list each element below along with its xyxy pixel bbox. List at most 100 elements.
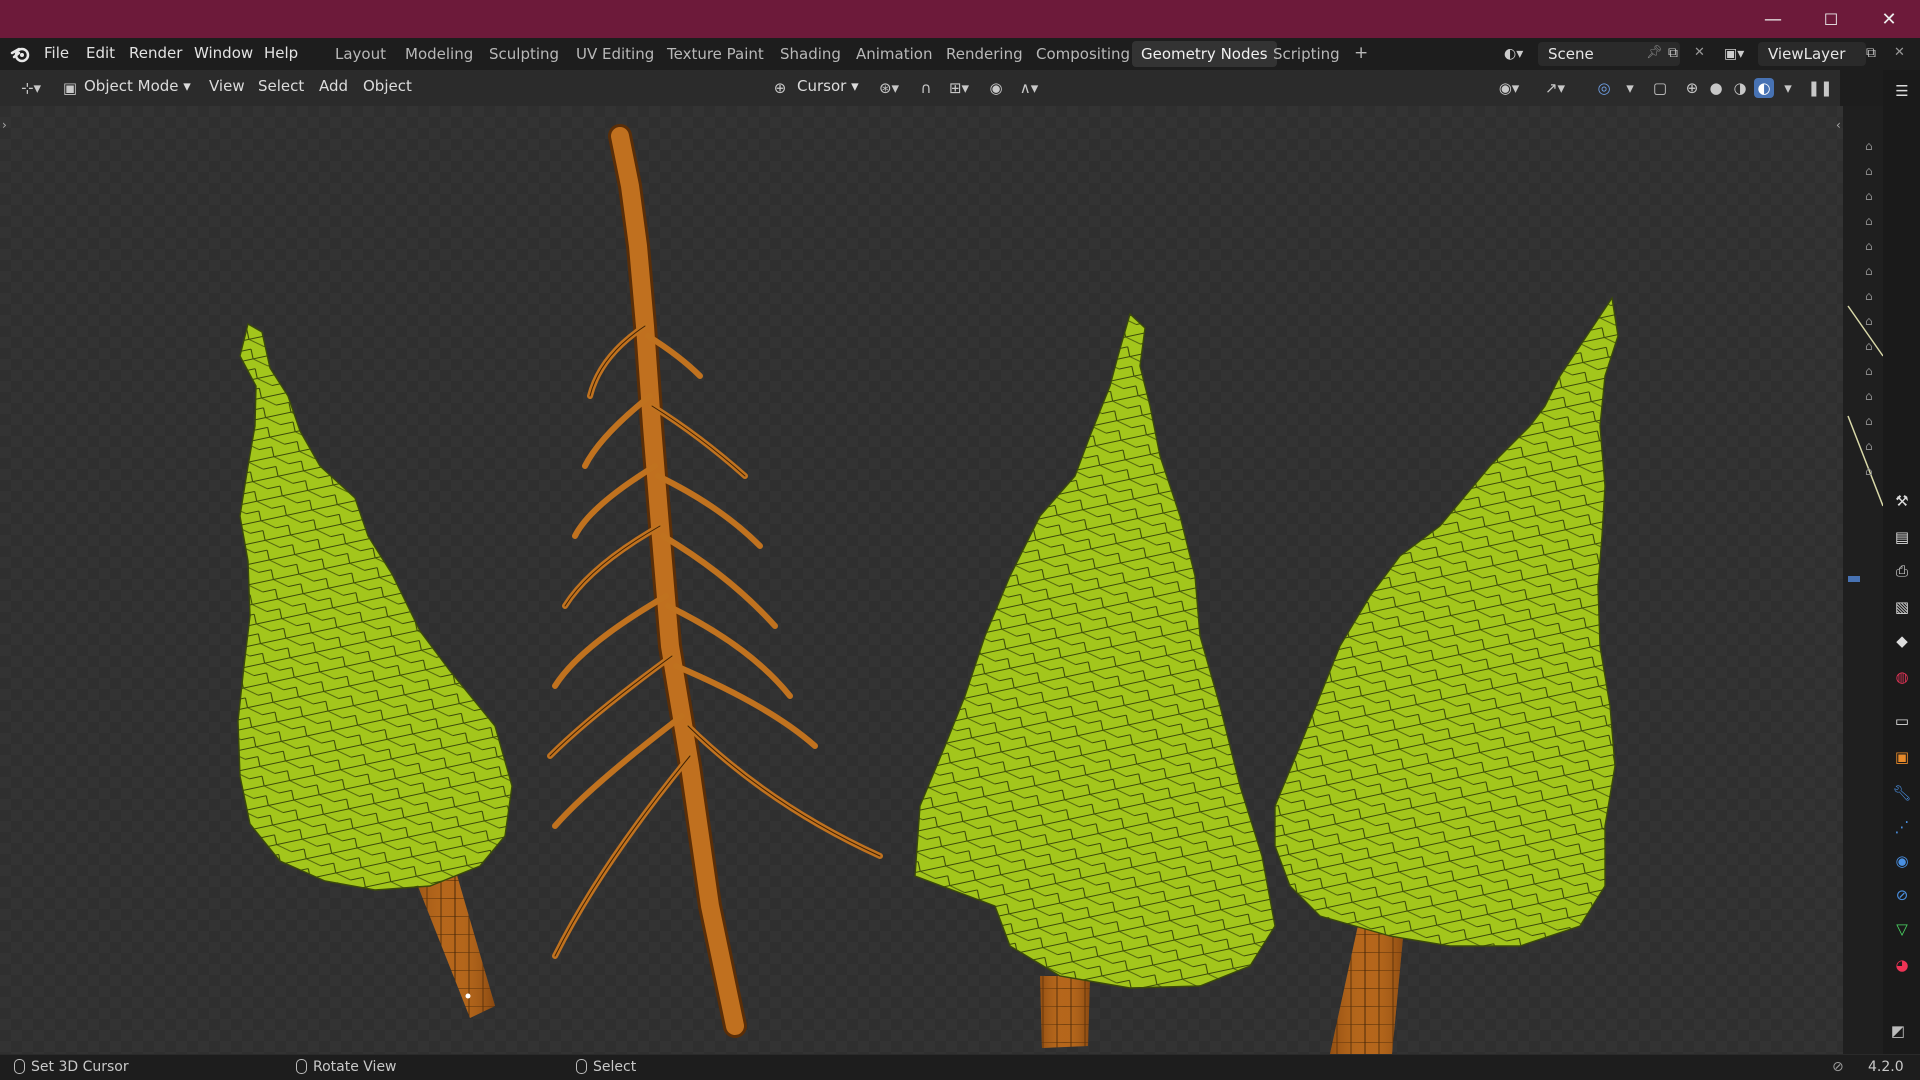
menu-bar: File Edit Render Window Help Layout Mode…	[0, 38, 1920, 70]
material-icon[interactable]: ◕	[1891, 954, 1913, 976]
status-middle-label: Rotate View	[313, 1059, 397, 1075]
tab-scripting[interactable]: Scripting	[1264, 41, 1349, 67]
cursor-dot	[465, 993, 471, 999]
new-scene-icon[interactable]: ⧉	[1668, 45, 1678, 61]
add-workspace-button[interactable]: +	[1345, 41, 1377, 67]
material-shading-icon[interactable]: ◑	[1730, 78, 1750, 98]
tab-sculpting[interactable]: Sculpting	[480, 41, 568, 67]
minimize-button[interactable]: —	[1744, 0, 1802, 38]
modifier-icon[interactable]: 🔧︎	[1891, 782, 1913, 804]
status-set-cursor: Set 3D Cursor	[14, 1059, 129, 1075]
menu-window[interactable]: Window	[194, 44, 253, 66]
tree-3[interactable]	[914, 312, 1276, 1048]
scene-name: Scene	[1548, 45, 1594, 63]
view-layer-field[interactable]: ViewLayer	[1758, 42, 1866, 66]
tab-modeling[interactable]: Modeling	[396, 41, 482, 67]
title-bar: — ☐ ✕	[0, 0, 1920, 38]
tab-layout[interactable]: Layout	[326, 41, 395, 67]
mouse-right-icon	[576, 1059, 587, 1074]
output-icon[interactable]: ⎙	[1891, 560, 1913, 582]
object-icon[interactable]: ▣	[1891, 746, 1913, 768]
remove-scene-icon[interactable]: ✕	[1694, 45, 1705, 60]
scene-render	[237, 124, 1619, 1054]
pivot-label: Cursor	[797, 77, 847, 95]
object-menu[interactable]: Object	[363, 77, 412, 95]
tab-compositing[interactable]: Compositing	[1027, 41, 1139, 67]
physics-icon[interactable]: ◉	[1891, 850, 1913, 872]
outliner-strip: ⌂ ⌂ ⌂ ⌂ ⌂ ⌂ ⌂ ⌂ ⌂ ⌂ ⌂ ⌂ ⌂ ⌂	[1843, 106, 1883, 1054]
tab-uv-editing[interactable]: UV Editing	[567, 41, 663, 67]
pivot-dropdown[interactable]: Cursor ▾	[797, 77, 859, 95]
pivot-point-icon[interactable]: ⊛▾	[872, 78, 906, 98]
pause-render-icon[interactable]: ❚❚	[1807, 78, 1832, 98]
mode-label: Object Mode	[84, 77, 179, 95]
view-menu[interactable]: View	[209, 77, 245, 95]
mode-dropdown[interactable]: Object Mode ▾	[84, 77, 191, 95]
shading-dropdown-icon[interactable]: ▾	[1778, 78, 1798, 98]
tab-shading[interactable]: Shading	[771, 41, 850, 67]
network-off-icon: ⊘	[1832, 1059, 1844, 1075]
collection-icon[interactable]: ▭	[1891, 710, 1913, 732]
tab-texture-paint[interactable]: Texture Paint	[658, 41, 773, 67]
menu-render[interactable]: Render	[129, 44, 182, 66]
status-bar: Set 3D Cursor Rotate View Select ⊘ 4.2.0	[0, 1054, 1920, 1080]
gizmo-icon[interactable]: ↗▾	[1538, 78, 1572, 98]
view-layer-name: ViewLayer	[1768, 45, 1846, 63]
render-icon[interactable]: ▤	[1891, 526, 1913, 548]
pin-icon[interactable]: 📌︎	[1646, 45, 1663, 60]
tool-icon[interactable]: ⚒	[1891, 490, 1913, 512]
blender-logo-icon[interactable]	[10, 44, 32, 64]
properties-editor-icon[interactable]: ◩	[1887, 1020, 1909, 1042]
new-view-layer-icon[interactable]: ⧉	[1866, 45, 1876, 61]
rendered-shading-icon[interactable]: ◐	[1754, 78, 1774, 98]
camera-visibility-icons[interactable]: ⌂ ⌂ ⌂ ⌂ ⌂ ⌂ ⌂ ⌂ ⌂ ⌂ ⌂ ⌂ ⌂ ⌂	[1865, 134, 1873, 484]
outliner-icon[interactable]: ☰	[1891, 80, 1913, 102]
status-rotate-view: Rotate View	[296, 1059, 397, 1075]
scene-selector-icon[interactable]: ◐▾	[1504, 46, 1532, 64]
view-layer-selector-icon[interactable]: ▣▾	[1724, 46, 1752, 64]
proportional-edit-icon[interactable]: ◉	[986, 78, 1006, 98]
add-menu[interactable]: Add	[319, 77, 348, 95]
menu-help[interactable]: Help	[264, 44, 298, 66]
tree-4[interactable]	[1274, 296, 1619, 1054]
3d-viewport[interactable]: › ‹	[0, 106, 1843, 1054]
overlay-dropdown-icon[interactable]: ▾	[1620, 78, 1640, 98]
snap-target-icon[interactable]: ⊞▾	[942, 78, 976, 98]
view-layer-icon[interactable]: ▧	[1891, 596, 1913, 618]
object-mode-icon[interactable]: ▣	[60, 78, 80, 98]
solid-shading-icon[interactable]: ●	[1706, 78, 1726, 98]
status-select: Select	[576, 1059, 636, 1075]
snap-icon[interactable]: ∩	[916, 78, 936, 98]
select-menu[interactable]: Select	[258, 77, 304, 95]
constraints-icon[interactable]: ⊘	[1891, 884, 1913, 906]
status-left-label: Set 3D Cursor	[31, 1059, 129, 1075]
tree-1[interactable]	[237, 322, 513, 1018]
menu-edit[interactable]: Edit	[86, 44, 115, 66]
mouse-left-icon	[14, 1059, 25, 1074]
tab-animation[interactable]: Animation	[847, 41, 941, 67]
transform-orientation-icon[interactable]: ⊕	[770, 78, 790, 98]
visibility-icon[interactable]: ◉▾	[1492, 78, 1526, 98]
world-icon[interactable]: ◍	[1891, 666, 1913, 688]
scene-icon[interactable]: ◆	[1891, 630, 1913, 652]
tab-rendering[interactable]: Rendering	[937, 41, 1032, 67]
close-button[interactable]: ✕	[1860, 0, 1918, 38]
wireframe-shading-icon[interactable]: ⊕	[1682, 78, 1702, 98]
version-label: 4.2.0	[1868, 1059, 1904, 1075]
editor-type-icon[interactable]: ⊹▾	[14, 78, 48, 98]
remove-view-layer-icon[interactable]: ✕	[1894, 45, 1905, 60]
status-right-label: Select	[593, 1059, 637, 1075]
outliner-connector-lines	[1847, 305, 1883, 582]
data-icon[interactable]: ▽	[1891, 918, 1913, 940]
tree-2[interactable]	[547, 124, 883, 1038]
tab-geometry-nodes[interactable]: Geometry Nodes	[1132, 41, 1277, 67]
particles-icon[interactable]: ⋰	[1891, 816, 1913, 838]
viewport-header: ⊹▾ ▣ Object Mode ▾ View Select Add Objec…	[0, 70, 1840, 106]
maximize-button[interactable]: ☐	[1802, 0, 1860, 38]
overlay-icon[interactable]: ◎	[1594, 78, 1614, 98]
xray-icon[interactable]: ▢	[1650, 78, 1670, 98]
scene-field[interactable]: Scene 📌︎	[1538, 42, 1680, 66]
falloff-icon[interactable]: ∧▾	[1012, 78, 1046, 98]
menu-file[interactable]: File	[44, 44, 69, 66]
properties-tabs: ☰ ⚒ ▤ ⎙ ▧ ◆ ◍ ▭ ▣ 🔧︎ ⋰ ◉ ⊘ ▽ ◕ ◩	[1883, 70, 1920, 1054]
